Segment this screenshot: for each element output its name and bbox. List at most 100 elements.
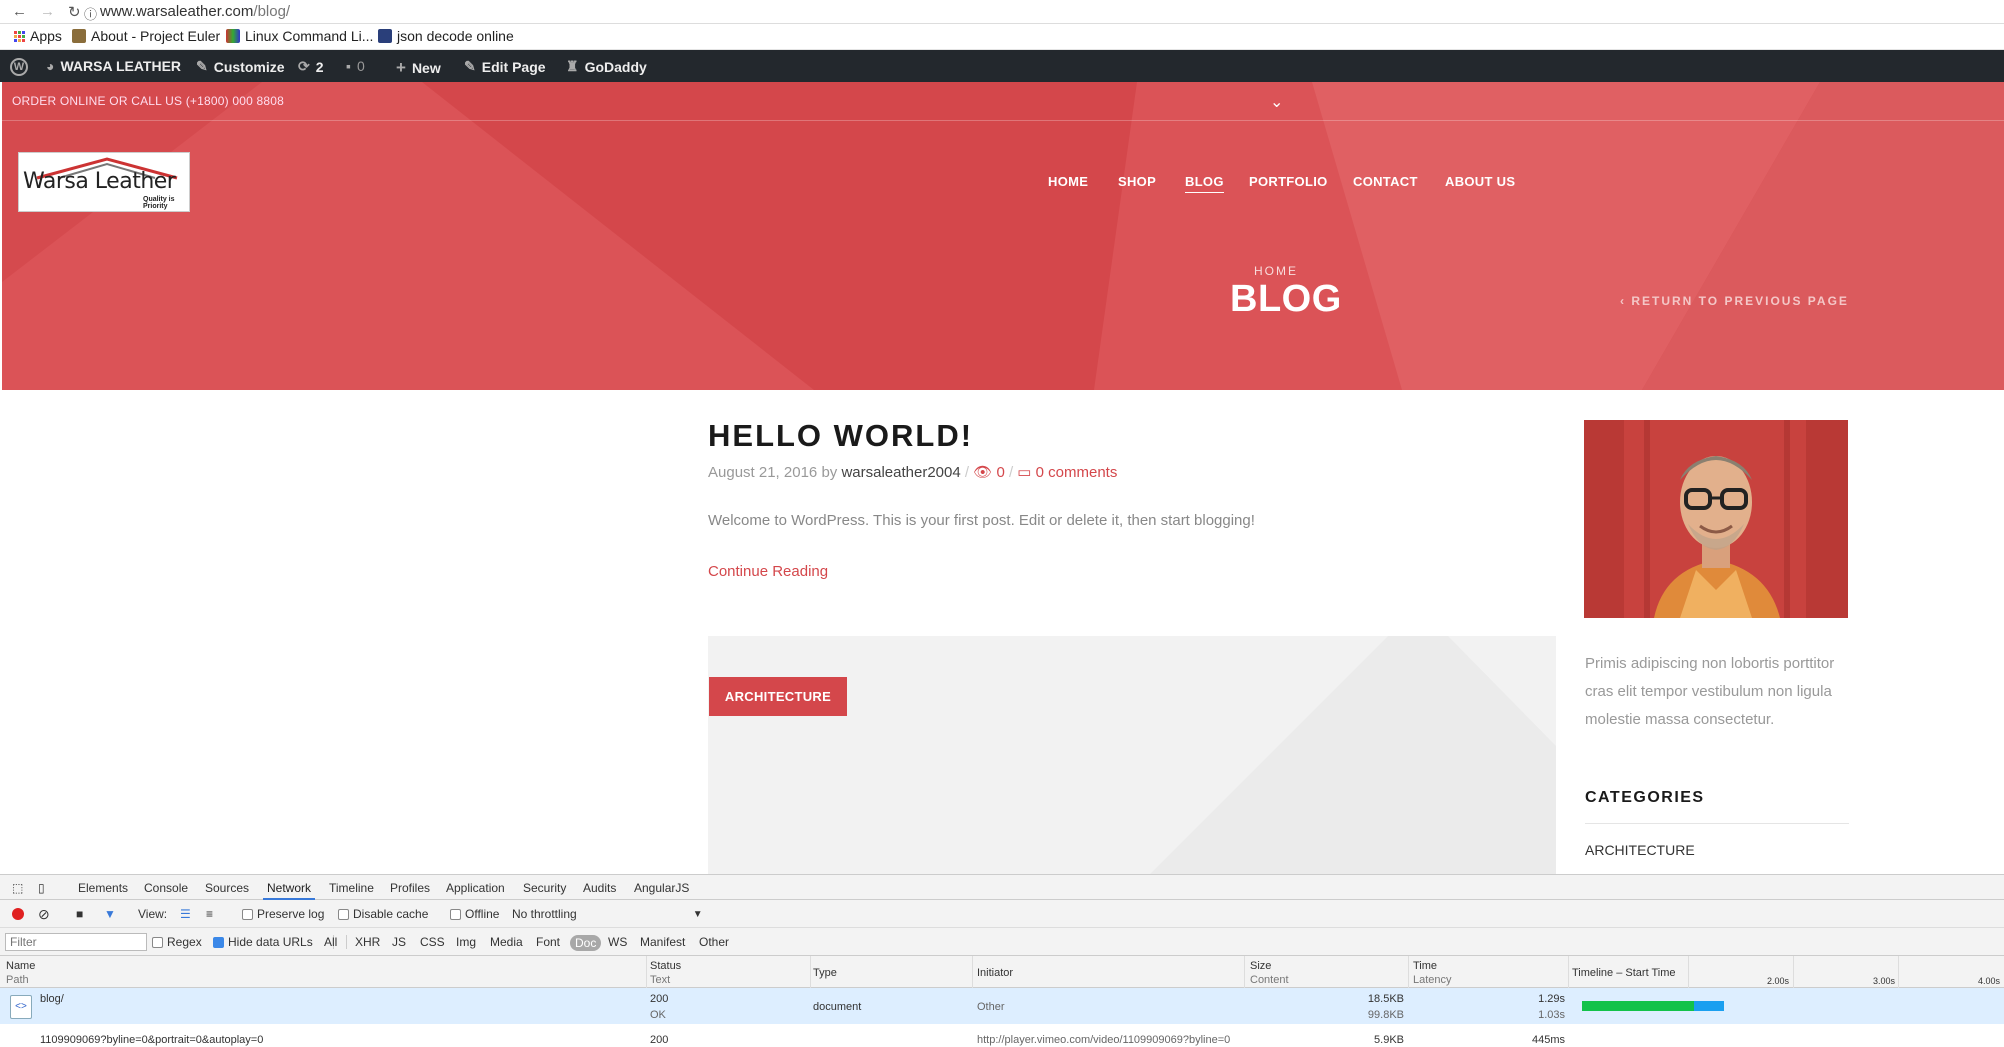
col-timeline[interactable]: Timeline – Start Time	[1572, 966, 1676, 980]
type-filter-xhr[interactable]: XHR	[355, 935, 380, 949]
reload-icon[interactable]: ↻	[68, 3, 81, 21]
updates-link[interactable]: ⟳ 2	[298, 58, 324, 75]
address-field[interactable]: www.warsaleather.com/blog/	[100, 3, 290, 20]
regex-label: Regex	[167, 935, 202, 949]
order-online-text: ORDER ONLINE OR CALL US (+1800) 000 8808	[12, 94, 285, 108]
preserve-log-checkbox[interactable]: Preserve log	[242, 907, 324, 921]
bookmark-json-decode[interactable]: json decode online	[378, 28, 514, 44]
continue-reading-link[interactable]: Continue Reading	[708, 563, 828, 580]
comment-bubble-icon: ▪	[346, 58, 351, 74]
type-filter-doc[interactable]: Doc	[570, 935, 602, 951]
new-link[interactable]: + New	[396, 58, 441, 78]
disable-cache-checkbox[interactable]: Disable cache	[338, 907, 428, 921]
tab-audits[interactable]: Audits	[583, 881, 616, 895]
bookmark-linux-command[interactable]: Linux Command Li...	[226, 28, 373, 44]
post-author[interactable]: warsaleather2004	[841, 464, 960, 481]
return-previous-link[interactable]: ‹ RETURN TO PREVIOUS PAGE	[1620, 294, 1849, 308]
site-logo[interactable]: Warsa Leather Quality is Priority	[18, 152, 190, 212]
device-mode-icon[interactable]: ▯	[38, 881, 45, 895]
camera-icon[interactable]: ■	[76, 907, 83, 921]
inspect-element-icon[interactable]: ⬚	[12, 881, 23, 895]
chevron-down-icon[interactable]: ⌄	[1270, 92, 1283, 112]
type-filter-ws[interactable]: WS	[608, 935, 627, 949]
categories-divider	[1585, 823, 1849, 824]
row-status: 200	[650, 1034, 669, 1046]
site-name-link[interactable]: ◕ WARSA LEATHER	[46, 58, 181, 74]
menu-contact[interactable]: CONTACT	[1353, 174, 1418, 189]
col-size[interactable]: Size Content	[1250, 959, 1289, 987]
customize-link[interactable]: ✎ Customize	[196, 58, 285, 75]
bookmark-label: Apps	[30, 28, 62, 44]
bookmark-project-euler[interactable]: About - Project Euler	[72, 28, 220, 44]
site-name-label: WARSA LEATHER	[60, 58, 182, 74]
tab-sources[interactable]: Sources	[205, 881, 249, 895]
filter-input[interactable]	[5, 933, 147, 951]
bookmark-apps[interactable]: Apps	[14, 28, 62, 44]
tab-console[interactable]: Console	[144, 881, 188, 895]
hide-data-urls-label: Hide data URLs	[228, 935, 313, 949]
type-filter-all[interactable]: All	[324, 935, 337, 949]
type-filter-other[interactable]: Other	[699, 935, 729, 949]
type-filter-font[interactable]: Font	[536, 935, 560, 949]
tab-angularjs[interactable]: AngularJS	[634, 881, 689, 895]
hide-data-urls-checkbox[interactable]: Hide data URLs	[213, 935, 313, 949]
table-row[interactable]: 1109909069?byline=0&portrait=0&autoplay=…	[0, 1024, 2004, 1046]
checkbox-box	[338, 908, 349, 920]
info-icon[interactable]: ⓘ	[84, 4, 97, 23]
edit-page-link[interactable]: ✎ Edit Page	[464, 58, 546, 75]
type-filter-manifest[interactable]: Manifest	[640, 935, 685, 949]
type-filter-css[interactable]: CSS	[420, 935, 445, 949]
forward-arrow-icon[interactable]: →	[40, 3, 55, 20]
table-row[interactable]: <> blog/ 200 OK document Other 18.5KB 99…	[0, 988, 2004, 1024]
menu-about-us[interactable]: ABOUT US	[1445, 174, 1515, 189]
godaddy-link[interactable]: ♜ GoDaddy	[566, 58, 647, 75]
comments-link[interactable]: ▪ 0	[346, 58, 365, 74]
project-euler-icon	[72, 29, 86, 43]
category-item-architecture[interactable]: ARCHITECTURE	[1585, 842, 1695, 858]
offline-checkbox[interactable]: Offline	[450, 907, 499, 921]
tab-timeline[interactable]: Timeline	[329, 881, 374, 895]
col-type[interactable]: Type	[813, 966, 837, 980]
wordpress-logo-icon[interactable]: W	[10, 58, 28, 76]
row-initiator: Other	[977, 1001, 1005, 1013]
row-name: blog/	[40, 993, 64, 1005]
menu-portfolio[interactable]: PORTFOLIO	[1249, 174, 1328, 189]
tab-elements[interactable]: Elements	[78, 881, 128, 895]
col-initiator[interactable]: Initiator	[977, 966, 1013, 980]
record-icon[interactable]	[12, 908, 24, 920]
bookmark-label: json decode online	[397, 28, 514, 44]
wp-admin-bar: W ◕ WARSA LEATHER ✎ Customize ⟳ 2 ▪ 0 + …	[0, 50, 2004, 82]
post-comments-link[interactable]: 0 comments	[1036, 464, 1118, 481]
architecture-category-button[interactable]: ARCHITECTURE	[709, 677, 847, 716]
regex-checkbox[interactable]: Regex	[152, 935, 202, 949]
col-time[interactable]: Time Latency	[1413, 959, 1452, 987]
timeline-tick-2s: 2.00s	[1767, 976, 1790, 986]
filter-funnel-icon[interactable]: ▼	[104, 907, 116, 921]
tab-security[interactable]: Security	[523, 881, 566, 895]
large-rows-icon[interactable]: ☰	[180, 907, 191, 921]
page-title: BLOG	[1230, 278, 1342, 320]
type-filter-img[interactable]: Img	[456, 935, 476, 949]
godaddy-icon: ♜	[566, 58, 579, 74]
menu-home[interactable]: HOME	[1048, 174, 1088, 189]
bookmark-label: Linux Command Li...	[245, 28, 374, 44]
clear-icon[interactable]: ⊘	[38, 906, 50, 923]
col-status[interactable]: Status Text	[650, 959, 681, 987]
tab-profiles[interactable]: Profiles	[390, 881, 430, 895]
menu-shop[interactable]: SHOP	[1118, 174, 1156, 189]
tab-application[interactable]: Application	[446, 881, 505, 895]
menu-blog[interactable]: BLOG	[1185, 174, 1224, 193]
throttling-select[interactable]: No throttling ▼	[512, 907, 703, 921]
type-filter-js[interactable]: JS	[392, 935, 406, 949]
type-filter-media[interactable]: Media	[490, 935, 523, 949]
linux-command-icon	[226, 29, 240, 43]
row-time: 1.29s	[1538, 993, 1565, 1005]
customize-label: Customize	[213, 58, 285, 75]
breadcrumb[interactable]: HOME	[1254, 264, 1298, 278]
post-title[interactable]: HELLO WORLD!	[708, 418, 973, 454]
checkbox-box	[152, 936, 163, 948]
back-arrow-icon[interactable]: ←	[12, 3, 27, 20]
col-name[interactable]: Name Path	[6, 959, 35, 987]
overview-icon[interactable]: ≡	[206, 907, 213, 921]
tab-network[interactable]: Network	[262, 881, 316, 900]
